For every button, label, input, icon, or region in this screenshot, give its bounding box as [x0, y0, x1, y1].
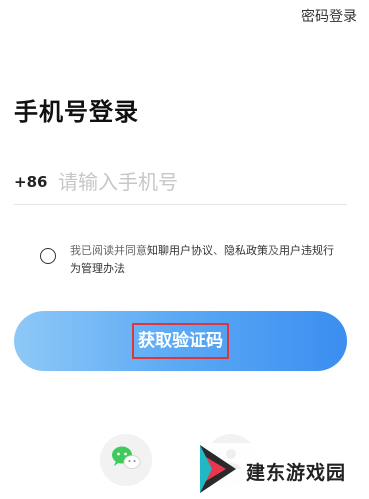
agreement-separator: 、: [213, 244, 224, 257]
watermark-logo-icon: [196, 443, 240, 499]
password-login-link[interactable]: 密码登录: [301, 6, 357, 26]
user-agreement-link[interactable]: 知聊用户协议: [147, 244, 213, 257]
country-code[interactable]: +86: [14, 173, 58, 191]
wechat-icon: [111, 445, 141, 475]
page-title: 手机号登录: [14, 98, 139, 126]
wechat-login-button[interactable]: [100, 434, 152, 486]
agreement-checkbox[interactable]: [40, 248, 56, 264]
watermark: 建东游戏园: [196, 443, 369, 499]
get-code-button[interactable]: 获取验证码: [14, 311, 347, 371]
watermark-text: 建东游戏园: [246, 461, 347, 484]
agreement-conjunction: 及: [268, 244, 279, 257]
privacy-policy-link[interactable]: 隐私政策: [224, 244, 268, 257]
agreement-prefix: 我已阅读并同意: [70, 244, 147, 257]
phone-input[interactable]: [58, 170, 328, 194]
get-code-label: 获取验证码: [132, 323, 229, 359]
agreement-text: 我已阅读并同意知聊用户协议、隐私政策及用户违规行为管理办法: [70, 242, 340, 278]
agreement-row: 我已阅读并同意知聊用户协议、隐私政策及用户违规行为管理办法: [40, 242, 340, 278]
phone-input-row: +86: [14, 160, 347, 205]
